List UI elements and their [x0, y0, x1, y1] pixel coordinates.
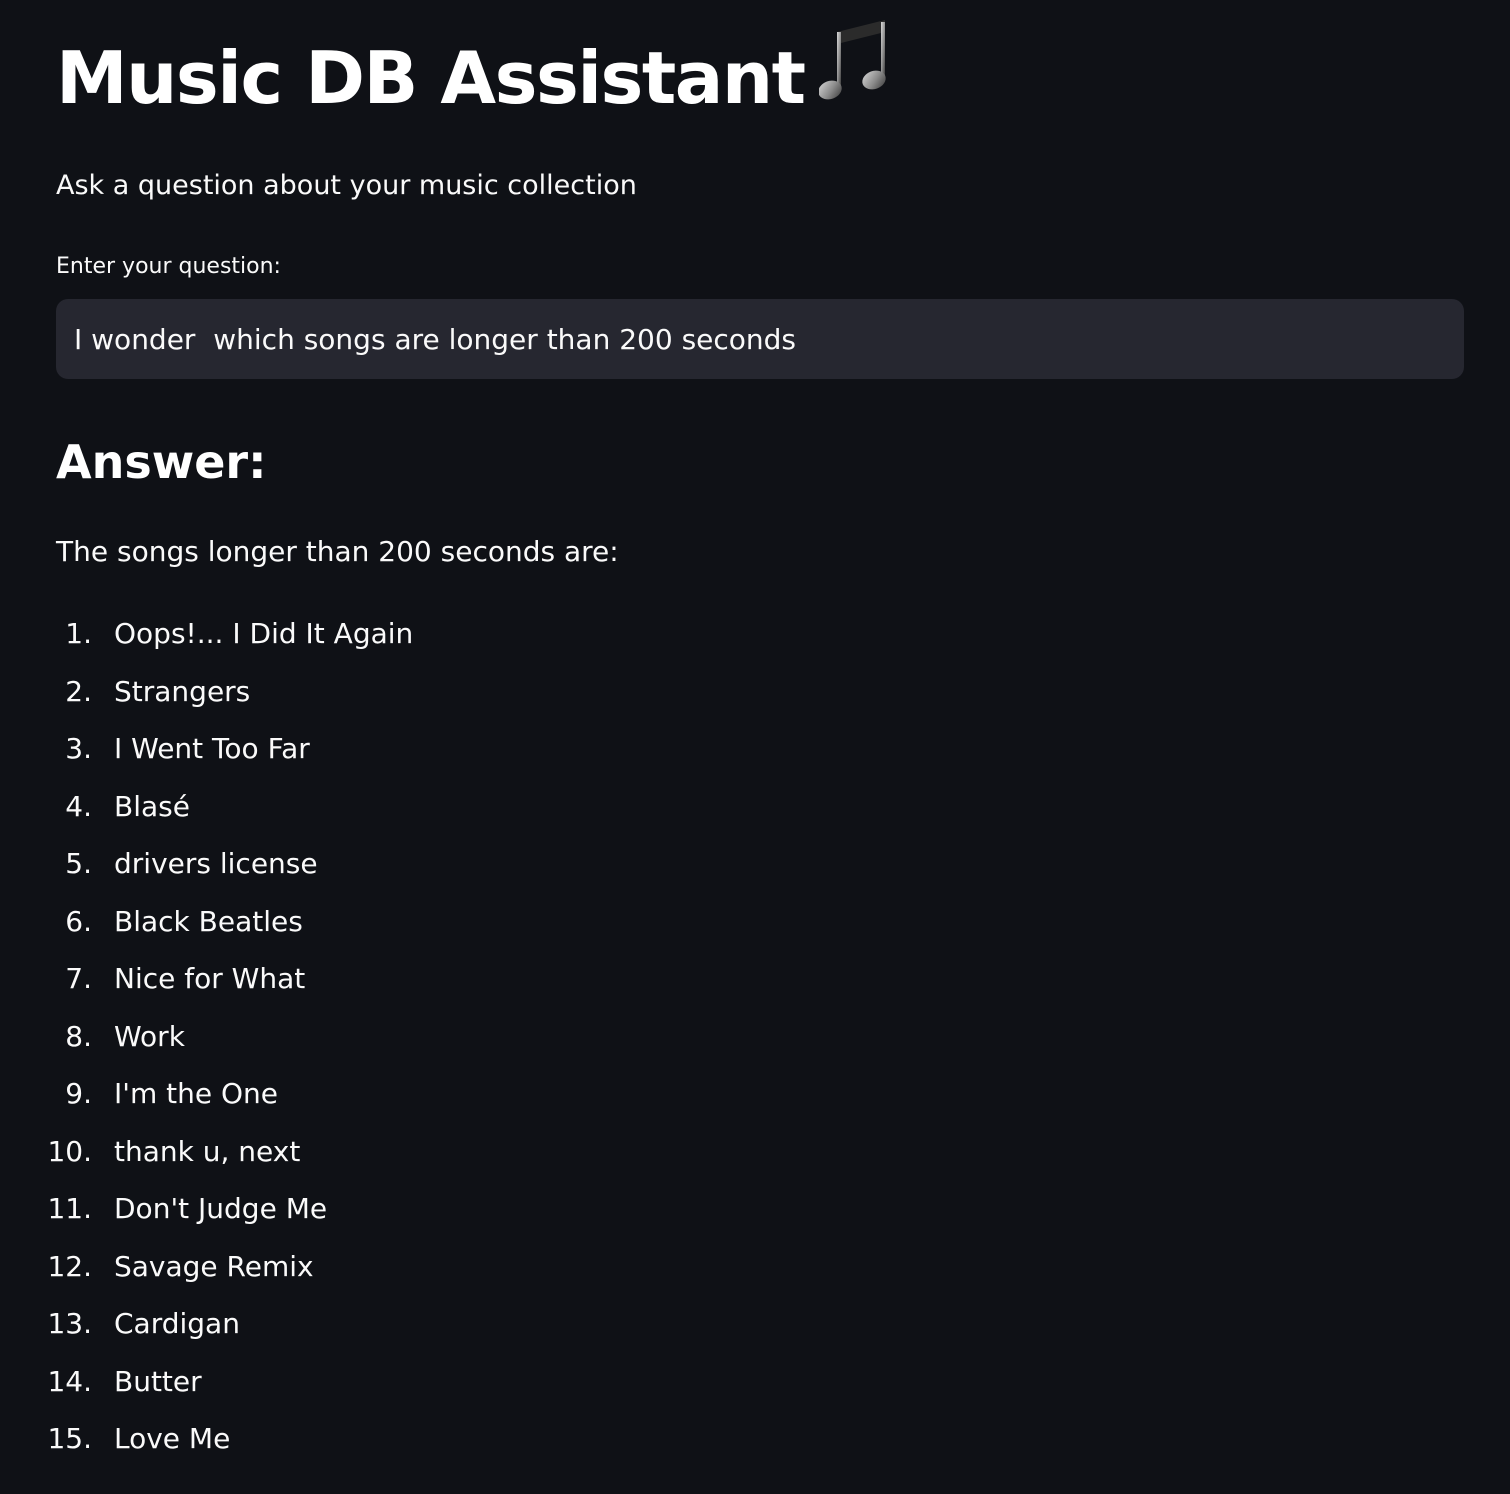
- list-item-title: Black Beatles: [114, 904, 303, 938]
- list-item: 14. Butter: [0, 1353, 413, 1411]
- list-item: 13. Cardigan: [0, 1295, 413, 1353]
- question-label: Enter your question:: [56, 254, 281, 279]
- list-item-number: 14.: [47, 1364, 92, 1398]
- list-item-number: 7.: [65, 962, 92, 996]
- list-item-number: 2.: [65, 674, 92, 708]
- list-item: 4. Blasé: [0, 778, 413, 836]
- list-item-title: Savage Remix: [114, 1249, 314, 1283]
- list-item-number: 6.: [65, 904, 92, 938]
- list-item-title: Strangers: [114, 674, 251, 708]
- list-item-number: 4.: [65, 789, 92, 823]
- list-item: 9. I'm the One: [0, 1065, 413, 1123]
- list-item-number: 15.: [47, 1422, 92, 1456]
- list-item-title: drivers license: [114, 847, 318, 881]
- list-item: 3. I Went Too Far: [0, 720, 413, 778]
- list-item-title: I Went Too Far: [114, 732, 310, 766]
- list-item-number: 9.: [65, 1077, 92, 1111]
- list-item-number: 1.: [65, 617, 92, 651]
- song-list: 1. Oops!... I Did It Again 2. Strangers 3.…: [0, 605, 413, 1468]
- list-item: 2. Strangers: [0, 663, 413, 721]
- list-item: 8. Work: [0, 1008, 413, 1066]
- app-main: Music DB Assistant Ask a question about …: [0, 0, 1510, 1494]
- list-item: 5. drivers license: [0, 835, 413, 893]
- list-item-title: Oops!... I Did It Again: [114, 617, 414, 651]
- list-item-title: Butter: [114, 1364, 202, 1398]
- list-item: 6. Black Beatles: [0, 893, 413, 951]
- list-item: 12. Savage Remix: [0, 1238, 413, 1296]
- page-title: Music DB Assistant: [56, 19, 889, 135]
- list-item: 1. Oops!... I Did It Again: [0, 605, 413, 663]
- list-item-number: 8.: [65, 1019, 92, 1053]
- list-item-title: thank u, next: [114, 1134, 301, 1168]
- list-item-title: Work: [114, 1019, 185, 1053]
- musical-notes-icon: [817, 18, 889, 135]
- answer-heading: Answer:: [56, 435, 267, 489]
- list-item: 7. Nice for What: [0, 950, 413, 1008]
- list-item-number: 3.: [65, 732, 92, 766]
- list-item-number: 13.: [47, 1307, 92, 1341]
- list-item-number: 11.: [47, 1192, 92, 1226]
- answer-intro: The songs longer than 200 seconds are:: [56, 535, 619, 568]
- list-item: 15. Love Me: [0, 1410, 413, 1468]
- question-input[interactable]: [56, 299, 1464, 379]
- list-item-title: Blasé: [114, 789, 190, 823]
- list-item-title: I'm the One: [114, 1077, 278, 1111]
- page-title-text: Music DB Assistant: [56, 36, 806, 120]
- list-item-title: Cardigan: [114, 1307, 240, 1341]
- list-item: 10. thank u, next: [0, 1123, 413, 1181]
- list-item-title: Nice for What: [114, 962, 306, 996]
- list-item: 11. Don't Judge Me: [0, 1180, 413, 1238]
- list-item-number: 10.: [47, 1134, 92, 1168]
- list-item-title: Don't Judge Me: [114, 1192, 328, 1226]
- list-item-number: 5.: [65, 847, 92, 881]
- page-subtitle: Ask a question about your music collecti…: [56, 170, 637, 201]
- list-item-number: 12.: [47, 1249, 92, 1283]
- list-item-title: Love Me: [114, 1422, 231, 1456]
